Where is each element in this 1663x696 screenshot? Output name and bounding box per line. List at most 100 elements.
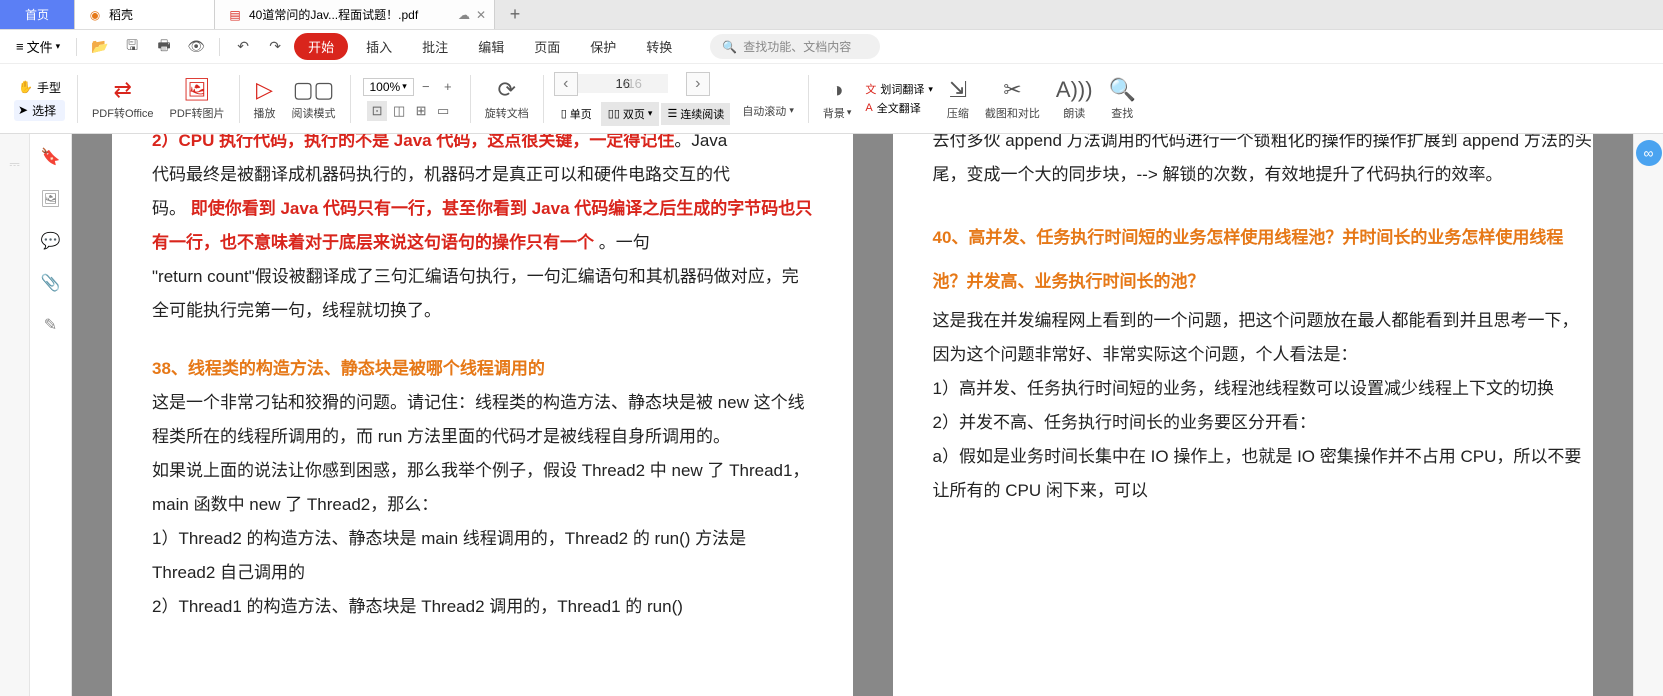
word-translate[interactable]: ⽂ 划词翻译 ▾ xyxy=(865,81,933,97)
doc-text: 这是一个非常刁钻和狡猾的问题。请记住：线程类的构造方法、静态块是被 new 这个… xyxy=(152,386,813,454)
pdf-to-image-label: PDF转图片 xyxy=(170,105,225,121)
single-page-icon: ▯ xyxy=(561,107,567,120)
continuous-read[interactable]: ☰ 连续阅读 xyxy=(661,103,730,125)
page-nav: ‹ /16 › xyxy=(554,72,731,96)
find[interactable]: 🔍 查找 xyxy=(1101,77,1144,121)
assistant-icon[interactable]: ∞ xyxy=(1636,140,1662,166)
divider xyxy=(219,38,220,56)
zoom-in-icon[interactable]: + xyxy=(438,77,458,97)
doc-text: "return count"假设被翻译成了三句汇编语句执行，一句汇编语句和其机器… xyxy=(152,260,813,328)
collapse-handle-icon[interactable]: ⎓ xyxy=(5,154,25,174)
translate-icon: ⽂ xyxy=(865,81,876,97)
rotate-doc[interactable]: ⟳ 旋转文档 xyxy=(477,77,537,121)
screenshot-icon: ✂ xyxy=(1003,77,1021,103)
divider xyxy=(77,75,78,123)
signature-icon[interactable]: ✎ xyxy=(40,314,62,336)
background[interactable]: ◑ 背景 ▾ xyxy=(815,77,860,121)
tab-file[interactable]: ▤ 40道常问的Jav...程面试题！.pdf ☁ ✕ xyxy=(215,0,495,29)
save-icon[interactable]: 🖫 xyxy=(119,34,145,60)
menu-protect[interactable]: 保护 xyxy=(578,31,628,62)
file-menu[interactable]: ≡ 文件 ▾ xyxy=(10,34,66,59)
tab-add[interactable]: + xyxy=(495,0,535,29)
print-icon[interactable]: 🖶 xyxy=(151,34,177,60)
menu-comment[interactable]: 批注 xyxy=(410,31,460,62)
menu-page[interactable]: 页面 xyxy=(522,31,572,62)
zoom-cluster: 100% ▾ − + xyxy=(363,77,458,97)
read-aloud[interactable]: A))) 朗读 xyxy=(1048,77,1101,121)
fit-other-icon[interactable]: ▭ xyxy=(433,101,453,121)
file-menu-label: 文件 xyxy=(27,37,53,56)
pdf-to-office-label: PDF转Office xyxy=(92,105,154,121)
search-box[interactable]: 🔍 查找功能、文档内容 xyxy=(710,34,880,59)
page-prev[interactable]: ‹ xyxy=(554,72,578,96)
divider xyxy=(808,75,809,123)
chevron-down-icon: ▾ xyxy=(402,81,407,92)
undo-icon[interactable]: ↶ xyxy=(230,34,256,60)
zoom-out-icon[interactable]: − xyxy=(416,77,436,97)
background-label: 背景 xyxy=(823,105,845,121)
tab-sync-icon[interactable]: ☁ xyxy=(458,8,470,22)
tab-home[interactable]: 首页 xyxy=(0,0,75,29)
menu-start[interactable]: 开始 xyxy=(294,33,348,60)
doc-text: 1）Thread2 的构造方法、静态块是 main 线程调用的，Thread2 … xyxy=(152,522,813,590)
pdf-icon: ▤ xyxy=(227,7,243,23)
full-translate[interactable]: A 全文翻译 xyxy=(865,100,920,116)
doc-text: a）假如是业务时间长集中在 IO 操作上，也就是 IO 密集操作并不占用 CPU… xyxy=(933,440,1594,508)
pdf-to-office[interactable]: ⇄ PDF转Office xyxy=(84,77,162,121)
right-sidebar: ∞ xyxy=(1633,134,1663,696)
select-mode[interactable]: ➤ 选择 xyxy=(14,100,65,121)
page-input[interactable] xyxy=(578,74,668,93)
read-mode[interactable]: ▢▢ 阅读模式 xyxy=(284,77,344,121)
open-icon[interactable]: 📂 xyxy=(87,34,113,60)
doc-text: 2）并发不高、任务执行时间长的业务要区分开看： xyxy=(933,406,1594,440)
single-page[interactable]: ▯ 单页 xyxy=(554,102,599,126)
tab-file-label: 40道常问的Jav...程面试题！.pdf xyxy=(249,6,452,23)
menu-insert[interactable]: 插入 xyxy=(354,31,404,62)
menu-convert[interactable]: 转换 xyxy=(634,31,684,62)
hand-mode[interactable]: ✋ 手型 xyxy=(14,77,65,98)
redo-icon[interactable]: ↷ xyxy=(262,34,288,60)
tab-home-label: 首页 xyxy=(25,6,49,23)
rotate-label: 旋转文档 xyxy=(485,105,529,121)
double-page-label: 双页 xyxy=(623,106,645,122)
fit-page-icon[interactable]: ◫ xyxy=(389,101,409,121)
comment-panel-icon[interactable]: 💬 xyxy=(40,230,62,252)
play[interactable]: ▷ 播放 xyxy=(246,77,284,121)
double-page[interactable]: ▯▯ 双页 ▾ xyxy=(601,102,660,126)
doc-text: 如果说上面的说法让你感到困惑，那么我举个例子，假设 Thread2 中 new … xyxy=(152,454,813,522)
screenshot-compare[interactable]: ✂ 截图和对比 xyxy=(977,77,1048,121)
play-icon: ▷ xyxy=(256,77,273,103)
document-viewport[interactable]: 2）CPU 执行代码，执行的不是 Java 代码，这点很关键，一定得记住。Jav… xyxy=(72,134,1633,696)
left-sidebar: 🔖 🖼 💬 📎 ✎ xyxy=(30,134,72,696)
pdf-to-image[interactable]: 🖼 PDF转图片 xyxy=(162,77,233,121)
page-right: 去付多伙 append 万法调用的代码进行一个锁粗化的操作的操作扩展到 appe… xyxy=(893,134,1594,696)
menu-bar: ≡ 文件 ▾ 📂 🖫 🖶 👁 ↶ ↷ 开始 插入 批注 编辑 页面 保护 转换 … xyxy=(0,30,1663,64)
translate-group: ⽂ 划词翻译 ▾ A 全文翻译 xyxy=(859,81,939,116)
attachment-icon[interactable]: 📎 xyxy=(40,272,62,294)
menu-edit[interactable]: 编辑 xyxy=(466,31,516,62)
tab-daoke[interactable]: ◉ 稻壳 xyxy=(75,0,215,29)
title-bar: 首页 ◉ 稻壳 ▤ 40道常问的Jav...程面试题！.pdf ☁ ✕ + xyxy=(0,0,1663,30)
play-label: 播放 xyxy=(254,105,276,121)
divider xyxy=(350,75,351,123)
rotate-icon: ⟳ xyxy=(498,77,516,103)
fit-width-icon[interactable]: ⊡ xyxy=(367,101,387,121)
bookmark-icon[interactable]: 🔖 xyxy=(40,146,62,168)
print-preview-icon[interactable]: 👁 xyxy=(183,34,209,60)
search-icon: 🔍 xyxy=(722,40,737,54)
page-next[interactable]: › xyxy=(686,72,710,96)
fit-actual-icon[interactable]: ⊞ xyxy=(411,101,431,121)
doc-text: 1）高并发、任务执行时间短的业务，线程池线程数可以设置减少线程上下文的切换 xyxy=(933,372,1594,406)
compress[interactable]: ⇲ 压缩 xyxy=(939,77,977,121)
thumbnail-icon[interactable]: 🖼 xyxy=(40,188,62,210)
background-icon: ◑ xyxy=(830,77,843,103)
tab-daoke-label: 稻壳 xyxy=(109,6,133,23)
compress-label: 压缩 xyxy=(947,105,969,121)
zoom-value[interactable]: 100% ▾ xyxy=(363,78,414,96)
doc-span: 码。 xyxy=(152,199,186,218)
translate-full-icon: A xyxy=(865,102,872,114)
auto-scroll[interactable]: 自动滚动 ▾ xyxy=(734,103,802,119)
tab-close-icon[interactable]: ✕ xyxy=(476,8,486,22)
read-mode-label: 阅读模式 xyxy=(292,105,336,121)
hamburger-icon: ≡ xyxy=(16,39,24,54)
